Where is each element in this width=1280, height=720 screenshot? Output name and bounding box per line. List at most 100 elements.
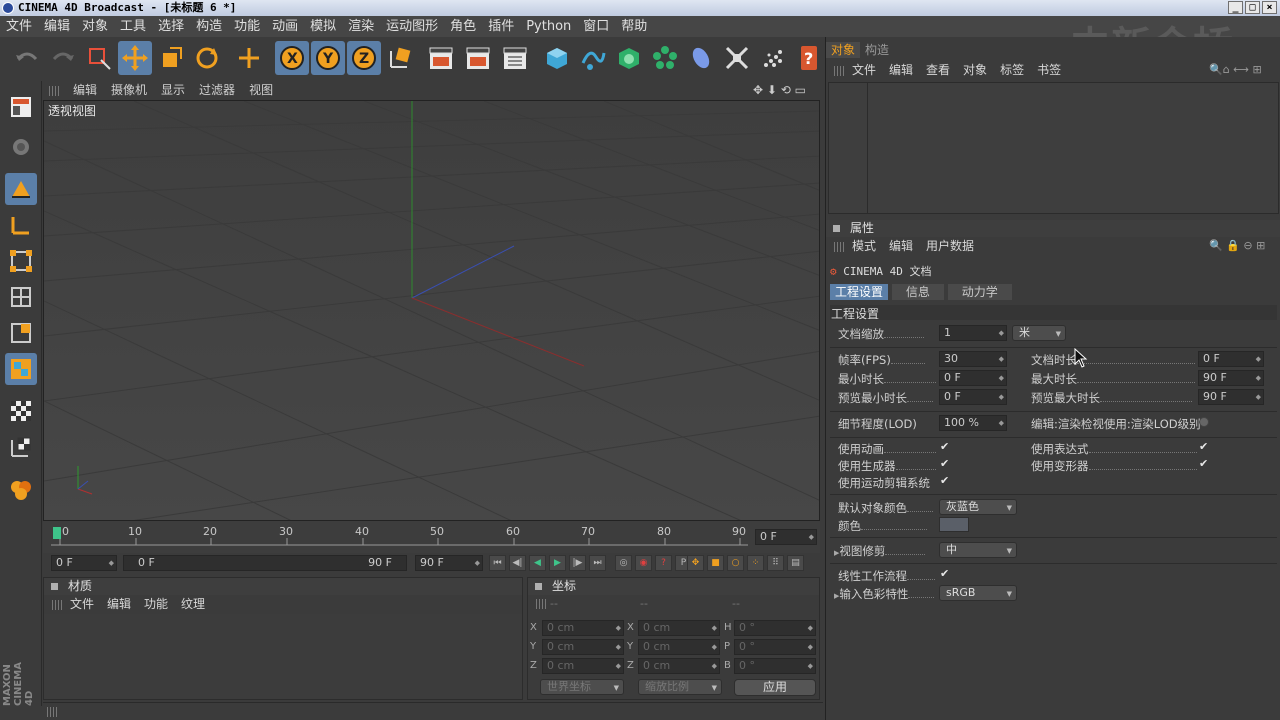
viewport-menu-camera[interactable]: 摄像机 (111, 81, 147, 100)
move-tool-icon[interactable] (118, 41, 152, 75)
rotation-p-field[interactable]: 0 ° (734, 639, 816, 655)
undo-icon[interactable] (10, 41, 44, 75)
maximize-button[interactable]: □ (1245, 1, 1260, 14)
menu-create[interactable]: 构造 (190, 16, 228, 37)
doc-time-field[interactable]: 0 F (1198, 351, 1264, 367)
points-mode-icon[interactable] (5, 245, 37, 277)
viewport-menu-edit[interactable]: 编辑 (73, 81, 97, 100)
drag-handle[interactable] (834, 65, 844, 76)
minimize-button[interactable]: _ (1228, 1, 1243, 14)
tab-project-settings[interactable]: 工程设置 (830, 284, 889, 300)
size-x-field[interactable]: 0 cm (638, 620, 720, 636)
menu-mograph[interactable]: 运动图形 (380, 16, 444, 37)
viewport-menu-filter[interactable]: 过滤器 (199, 81, 235, 100)
size-y-field[interactable]: 0 cm (638, 639, 720, 655)
layout-icon[interactable] (5, 91, 37, 123)
rotation-b-field[interactable]: 0 ° (734, 658, 816, 674)
object-menu-bookmarks[interactable]: 书签 (1037, 63, 1061, 77)
use-deformers-checkbox[interactable]: ✔ (1199, 458, 1211, 470)
size-z-field[interactable]: 0 cm (638, 658, 720, 674)
close-button[interactable]: × (1262, 1, 1277, 14)
doc-scale-unit-dropdown[interactable]: 米 (1012, 325, 1066, 341)
view-clipping-dropdown[interactable]: 中 (939, 542, 1017, 558)
drag-handle[interactable] (49, 85, 59, 96)
uv-mode-icon[interactable] (5, 353, 37, 385)
go-to-start-icon[interactable]: ⏮ (489, 555, 506, 571)
color-swatch[interactable] (939, 517, 969, 532)
menu-character[interactable]: 角色 (444, 16, 482, 37)
spline-pen-icon[interactable] (576, 41, 610, 75)
array-icon[interactable] (648, 41, 682, 75)
linear-workflow-checkbox[interactable]: ✔ (940, 568, 952, 580)
menu-functions[interactable]: 功能 (228, 16, 266, 37)
menu-python[interactable]: Python (520, 16, 577, 37)
position-y-field[interactable]: 0 cm (542, 639, 624, 655)
menu-select[interactable]: 选择 (152, 16, 190, 37)
use-animation-checkbox[interactable]: ✔ (940, 441, 952, 453)
make-editable-icon[interactable] (5, 131, 37, 163)
menu-object[interactable]: 对象 (76, 16, 114, 37)
material-menu-function[interactable]: 功能 (144, 597, 168, 611)
preview-max-time-field[interactable]: 90 F (1198, 389, 1264, 405)
viewport-nav-icons[interactable]: ✥ ⬇ ⟲ ▭ (753, 81, 806, 100)
help-icon[interactable]: ? (796, 41, 822, 75)
coordinate-system-icon[interactable] (383, 41, 417, 75)
render-view-icon[interactable] (424, 41, 458, 75)
input-color-profile-dropdown[interactable]: sRGB (939, 585, 1017, 601)
rotation-h-field[interactable]: 0 ° (734, 620, 816, 636)
key-points-icon[interactable]: ⠿ (767, 555, 784, 571)
texture-mode-icon[interactable] (5, 395, 37, 427)
y-axis-icon[interactable]: Y (311, 41, 345, 75)
position-x-field[interactable]: 0 cm (542, 620, 624, 636)
doc-scale-field[interactable]: 1 (939, 325, 1007, 341)
drag-handle[interactable] (536, 599, 546, 609)
use-expressions-checkbox[interactable]: ✔ (1199, 441, 1211, 453)
go-to-end-icon[interactable]: ⏭ (589, 555, 606, 571)
live-select-icon[interactable] (82, 41, 116, 75)
prev-key-icon[interactable]: ◀| (509, 555, 526, 571)
cube-icon[interactable] (540, 41, 574, 75)
preview-range-slider[interactable]: 0 F 90 F (123, 555, 407, 571)
viewport-menu-view[interactable]: 视图 (249, 81, 273, 100)
key-position-icon[interactable]: ✥ (687, 555, 704, 571)
material-menu-file[interactable]: 文件 (70, 597, 94, 611)
material-menu-texture[interactable]: 纹理 (181, 597, 205, 611)
scene-environment-icon[interactable] (720, 41, 754, 75)
subdivision-surface-icon[interactable] (612, 41, 646, 75)
viewport-menu-display[interactable]: 显示 (161, 81, 185, 100)
menu-help[interactable]: 帮助 (615, 16, 653, 37)
menu-window[interactable]: 窗口 (577, 16, 615, 37)
start-frame-field[interactable]: 0 F (51, 555, 117, 571)
render-picture-viewer-icon[interactable] (461, 41, 495, 75)
max-time-field[interactable]: 90 F (1198, 370, 1264, 386)
play-icon[interactable]: ▶ (549, 555, 566, 571)
tab-dynamics[interactable]: 动力学 (947, 284, 1012, 300)
bend-deformer-icon[interactable] (684, 41, 718, 75)
rotate-tool-icon[interactable] (190, 41, 224, 75)
object-menu-objects[interactable]: 对象 (963, 63, 987, 77)
scale-mode-dropdown[interactable]: 缩放比例 (638, 679, 722, 695)
scale-tool-icon[interactable] (154, 41, 188, 75)
particle-emitter-icon[interactable] (756, 41, 790, 75)
render-lod-in-editor-checkbox[interactable] (1199, 417, 1209, 427)
menu-edit[interactable]: 编辑 (38, 16, 76, 37)
menu-animate[interactable]: 动画 (266, 16, 304, 37)
play-reverse-icon[interactable]: ◀ (529, 555, 546, 571)
world-coords-dropdown[interactable]: 世界坐标 (540, 679, 624, 695)
record-icon[interactable]: ◎ (615, 555, 632, 571)
workplane-icon[interactable] (5, 431, 37, 463)
redo-icon[interactable] (46, 41, 80, 75)
add-tool-icon[interactable] (232, 41, 266, 75)
attr-menu-mode[interactable]: 模式 (852, 239, 876, 253)
axis-mode-icon[interactable] (5, 209, 37, 241)
min-time-field[interactable]: 0 F (939, 370, 1007, 386)
tab-structure[interactable]: 构造 (860, 42, 894, 58)
menu-tools[interactable]: 工具 (114, 16, 152, 37)
timeline-icon[interactable]: ▤ (787, 555, 804, 571)
material-list[interactable] (44, 614, 522, 699)
drag-handle[interactable] (47, 707, 57, 717)
polygons-mode-icon[interactable] (5, 317, 37, 349)
x-axis-icon[interactable]: X (275, 41, 309, 75)
render-settings-icon[interactable] (498, 41, 532, 75)
lod-field[interactable]: 100 % (939, 415, 1007, 431)
